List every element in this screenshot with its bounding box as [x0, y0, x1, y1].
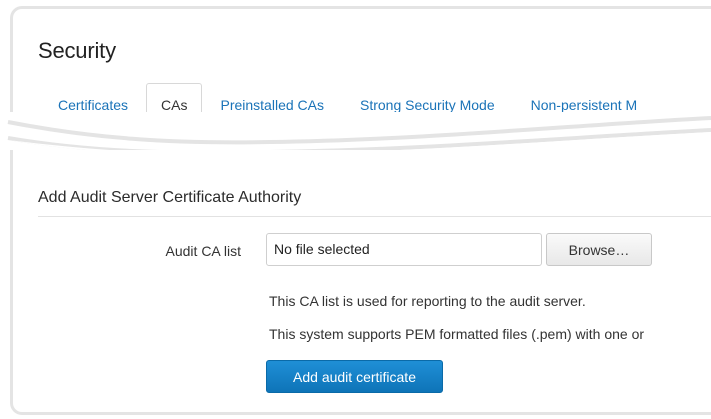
- add-audit-certificate-button[interactable]: Add audit certificate: [266, 360, 443, 393]
- section-divider: [38, 216, 711, 217]
- help-text-audit-server: This CA list is used for reporting to th…: [269, 293, 586, 309]
- browse-button[interactable]: Browse…: [546, 233, 652, 266]
- audit-ca-file-field[interactable]: No file selected: [266, 233, 542, 266]
- audit-ca-list-label: Audit CA list: [165, 243, 241, 259]
- section-title: Add Audit Server Certificate Authority: [38, 189, 302, 206]
- help-text-pem-format: This system supports PEM formatted files…: [269, 326, 645, 342]
- page-title: Security: [38, 38, 116, 63]
